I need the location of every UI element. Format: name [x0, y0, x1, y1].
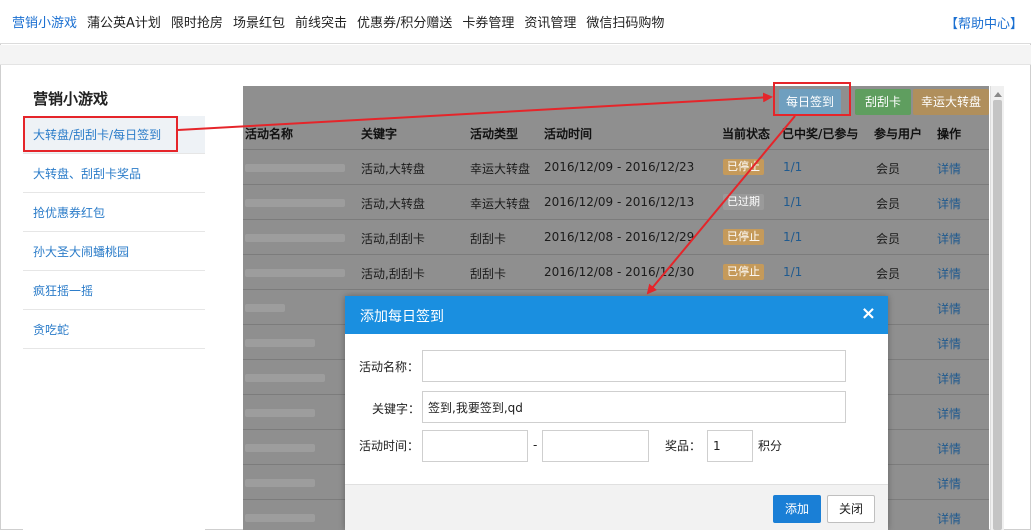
arrow-to-checkin-button	[177, 92, 773, 131]
annotation-arrows	[177, 92, 796, 295]
arrow-to-dialog	[646, 115, 796, 295]
